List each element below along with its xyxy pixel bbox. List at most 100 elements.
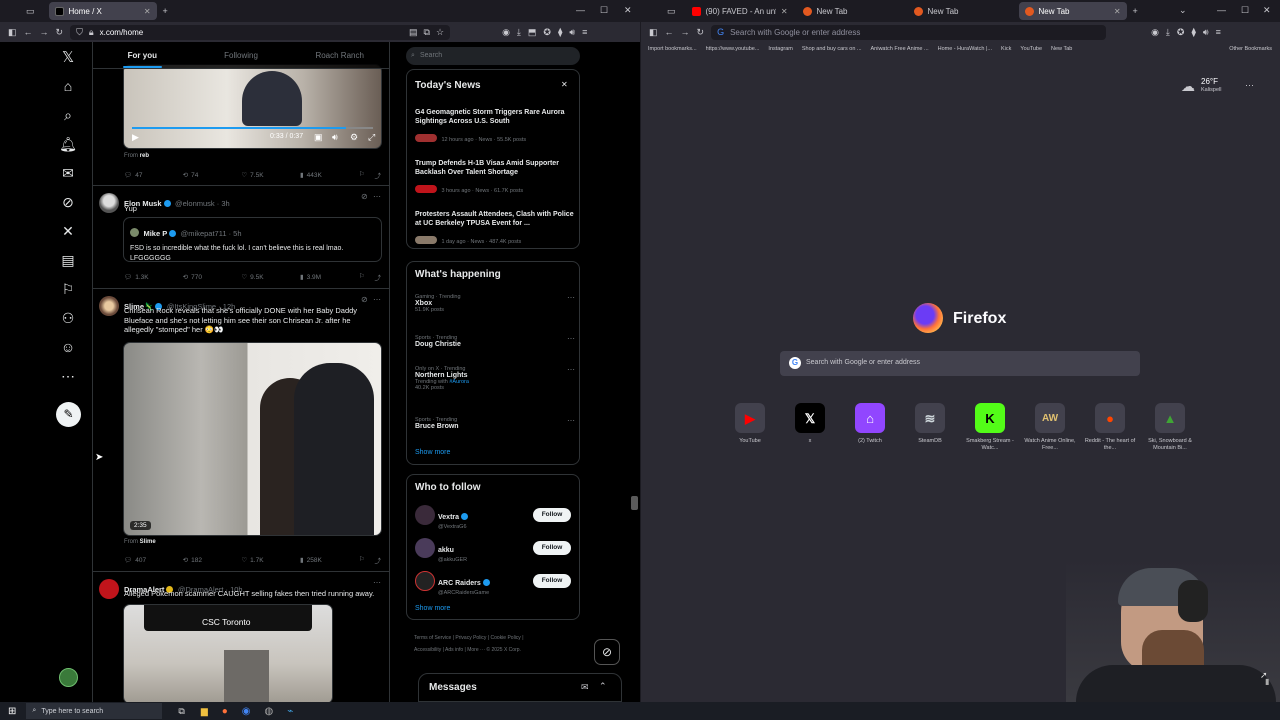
follow-button[interactable]: Follow <box>533 508 571 522</box>
tab-home-x[interactable]: Home / X ✕ <box>48 2 157 20</box>
repost-button[interactable]: ⟲ 182 <box>183 555 242 565</box>
back-icon[interactable]: ← <box>665 27 674 37</box>
top-site-steamdb[interactable]: ≋ SteamDB <box>902 403 958 445</box>
tweet-slime[interactable]: Slime🦎 @ItsKingSlime · 12h ⊘ ⋯ Chrisean … <box>93 289 389 572</box>
address-bar[interactable]: ⛉ 🔒︎ x.com/home ▤ ⧉ ☆ <box>70 24 451 40</box>
volume-icon[interactable]: 🔊︎ <box>1203 27 1209 37</box>
follow-item[interactable]: akku @akkuGER Follow <box>407 538 579 563</box>
follow-item[interactable]: Vextra @VextraG6 Follow <box>407 505 579 530</box>
expand-icon[interactable]: ⌃ <box>599 682 607 691</box>
app-taskbar-icon[interactable]: ⌁ <box>287 706 293 717</box>
quoted-tweet[interactable]: Mike P @mikepat711 · 5h FSD is so incred… <box>123 217 382 262</box>
captions-icon[interactable]: ▣ <box>314 133 323 142</box>
tweet-elon-musk[interactable]: Elon Musk @elonmusk · 3h ⊘ ⋯ Yup Mike P … <box>93 186 389 289</box>
grok-icon[interactable]: ⊘ <box>54 194 82 211</box>
download-icon[interactable]: ⤓ <box>1166 27 1170 37</box>
menu-icon[interactable]: ≡ <box>1216 27 1221 37</box>
close-icon[interactable]: ✕ <box>561 81 568 89</box>
views-button[interactable]: ▮ 3.9M <box>300 272 359 282</box>
x-logo-icon[interactable]: 𝕏 <box>54 48 82 66</box>
weather-menu-icon[interactable]: ⋯ <box>1245 81 1254 90</box>
new-tab-icon[interactable]: + <box>1133 6 1138 16</box>
messages-icon[interactable]: ✉ <box>54 165 82 182</box>
repost-button[interactable]: ⟲ 770 <box>183 272 242 282</box>
tab-following[interactable]: Following <box>192 42 291 68</box>
tab-overview-icon[interactable]: ▭ <box>667 6 676 16</box>
volume-icon[interactable]: 🔊︎ <box>569 27 575 37</box>
footer-link[interactable]: More ··· <box>467 647 485 653</box>
tab-roach-ranch[interactable]: Roach Ranch <box>290 42 389 68</box>
search-input[interactable]: ⌕ Search <box>406 47 580 65</box>
repost-button[interactable]: ⟲ 74 <box>183 170 242 180</box>
newtab-search-input[interactable]: G Search with Google or enter address <box>780 351 1140 376</box>
puzzle-icon[interactable]: ⧫ <box>1191 27 1195 37</box>
tab-youtube[interactable]: (90) FAVED - An unfiltered sno ✕ <box>686 2 794 20</box>
fullscreen-icon[interactable]: ⤢ <box>368 133 375 142</box>
tab-new-tab[interactable]: New Tab <box>797 2 905 20</box>
tweet-video[interactable]: ▶ 0:33 / 0:37 ▣ 🔊︎ ⚙ ⤢ <box>123 64 382 149</box>
settings-icon[interactable]: ⚙ <box>350 133 358 142</box>
tab-overview-icon[interactable]: ▭ <box>26 6 35 16</box>
close-tab-icon[interactable]: ✕ <box>144 7 151 16</box>
tab-for-you[interactable]: For you <box>93 42 192 68</box>
communities-icon[interactable]: ⚇ <box>54 310 82 327</box>
new-tab-icon[interactable]: + <box>163 6 168 16</box>
close-tab-icon[interactable]: ✕ <box>781 7 788 16</box>
avatar[interactable] <box>99 193 119 213</box>
tab-new-tab[interactable]: New Tab <box>908 2 1016 20</box>
windows-start-icon[interactable]: ⊞ <box>8 706 16 717</box>
messages-drawer[interactable]: Messages ✉ ⌃ <box>418 673 622 702</box>
news-item[interactable]: G4 Geomagnetic Storm Triggers Rare Auror… <box>415 108 575 146</box>
back-icon[interactable]: ← <box>24 27 33 37</box>
other-bookmarks[interactable]: Other Bookmarks <box>1229 46 1280 52</box>
bookmark-icon[interactable]: ⚐ <box>359 170 365 180</box>
maximize-icon[interactable]: ☐ <box>600 5 608 16</box>
account-avatar[interactable] <box>59 668 78 687</box>
like-button[interactable]: ♡ 7.5K <box>241 170 300 180</box>
trend-item[interactable]: Sports · Trending Bruce Brown ⋯ <box>415 417 575 431</box>
close-window-icon[interactable]: ✕ <box>1263 5 1271 16</box>
profile-icon[interactable]: ☺ <box>54 339 82 355</box>
extension-icon[interactable]: ◉ <box>1151 27 1159 37</box>
top-site-aniwatch[interactable]: AW Watch Anime Online, Free... <box>1022 403 1078 452</box>
more-options-icon[interactable]: ⋯ <box>373 296 381 304</box>
trend-item[interactable]: Gaming · Trending Xbox 51.9K posts ⋯ <box>415 294 575 314</box>
download-icon[interactable]: ⤓ <box>517 27 521 37</box>
share-icon[interactable]: ⤴ <box>375 272 382 282</box>
task-view-icon[interactable]: ⧉ <box>178 706 184 717</box>
more-options-icon[interactable]: ⋯ <box>567 417 575 425</box>
reply-button[interactable]: 💬︎ 407 <box>124 555 183 565</box>
author-handle[interactable]: @elonmusk · 3h <box>175 199 230 208</box>
footer-link[interactable]: Terms of Service <box>414 635 451 641</box>
reload-icon[interactable]: ↻ <box>56 27 64 37</box>
reply-button[interactable]: 💬︎ 1.3K <box>124 272 183 282</box>
extension-icon[interactable]: ◉ <box>502 27 510 37</box>
addon-icon[interactable]: ✪ <box>543 27 551 37</box>
forward-icon[interactable]: → <box>681 27 690 37</box>
grok-icon[interactable]: ⊘ <box>361 296 368 304</box>
firefox-taskbar-icon[interactable]: ● <box>222 706 228 717</box>
file-explorer-icon[interactable]: ▆ <box>201 706 208 717</box>
bookmark-item[interactable]: Shop and buy cars on ... <box>802 46 862 52</box>
footer-link[interactable]: Ads info <box>445 647 463 653</box>
close-tab-icon[interactable]: ✕ <box>1114 7 1121 16</box>
compose-message-icon[interactable]: ✉ <box>581 683 589 692</box>
volume-icon[interactable]: 🔊︎ <box>332 133 338 142</box>
top-site-reddit[interactable]: ● Reddit - The heart of the... <box>1082 403 1138 452</box>
weather-widget[interactable]: 26°F Kalispell <box>1201 78 1221 94</box>
news-item[interactable]: Protesters Assault Attendees, Clash with… <box>415 210 575 248</box>
top-site-twitch[interactable]: ⌂ (2) Twitch <box>842 403 898 445</box>
close-window-icon[interactable]: ✕ <box>624 5 632 16</box>
obs-taskbar-icon[interactable]: ◍ <box>265 706 274 717</box>
more-options-icon[interactable]: ⋯ <box>373 579 381 587</box>
puzzle-icon[interactable]: ⧫ <box>558 27 562 37</box>
bookmark-item[interactable]: https://www.youtube... <box>706 46 760 52</box>
follow-button[interactable]: Follow <box>533 541 571 555</box>
bookmark-item[interactable]: Kick <box>1001 46 1011 52</box>
menu-icon[interactable]: ≡ <box>582 27 587 37</box>
like-button[interactable]: ♡ 9.5K <box>241 272 300 282</box>
show-more-link[interactable]: Show more <box>415 449 450 456</box>
share-icon[interactable]: ⤴ <box>375 555 382 565</box>
minimize-icon[interactable]: — <box>1217 5 1226 15</box>
minimize-icon[interactable]: — <box>576 5 585 15</box>
